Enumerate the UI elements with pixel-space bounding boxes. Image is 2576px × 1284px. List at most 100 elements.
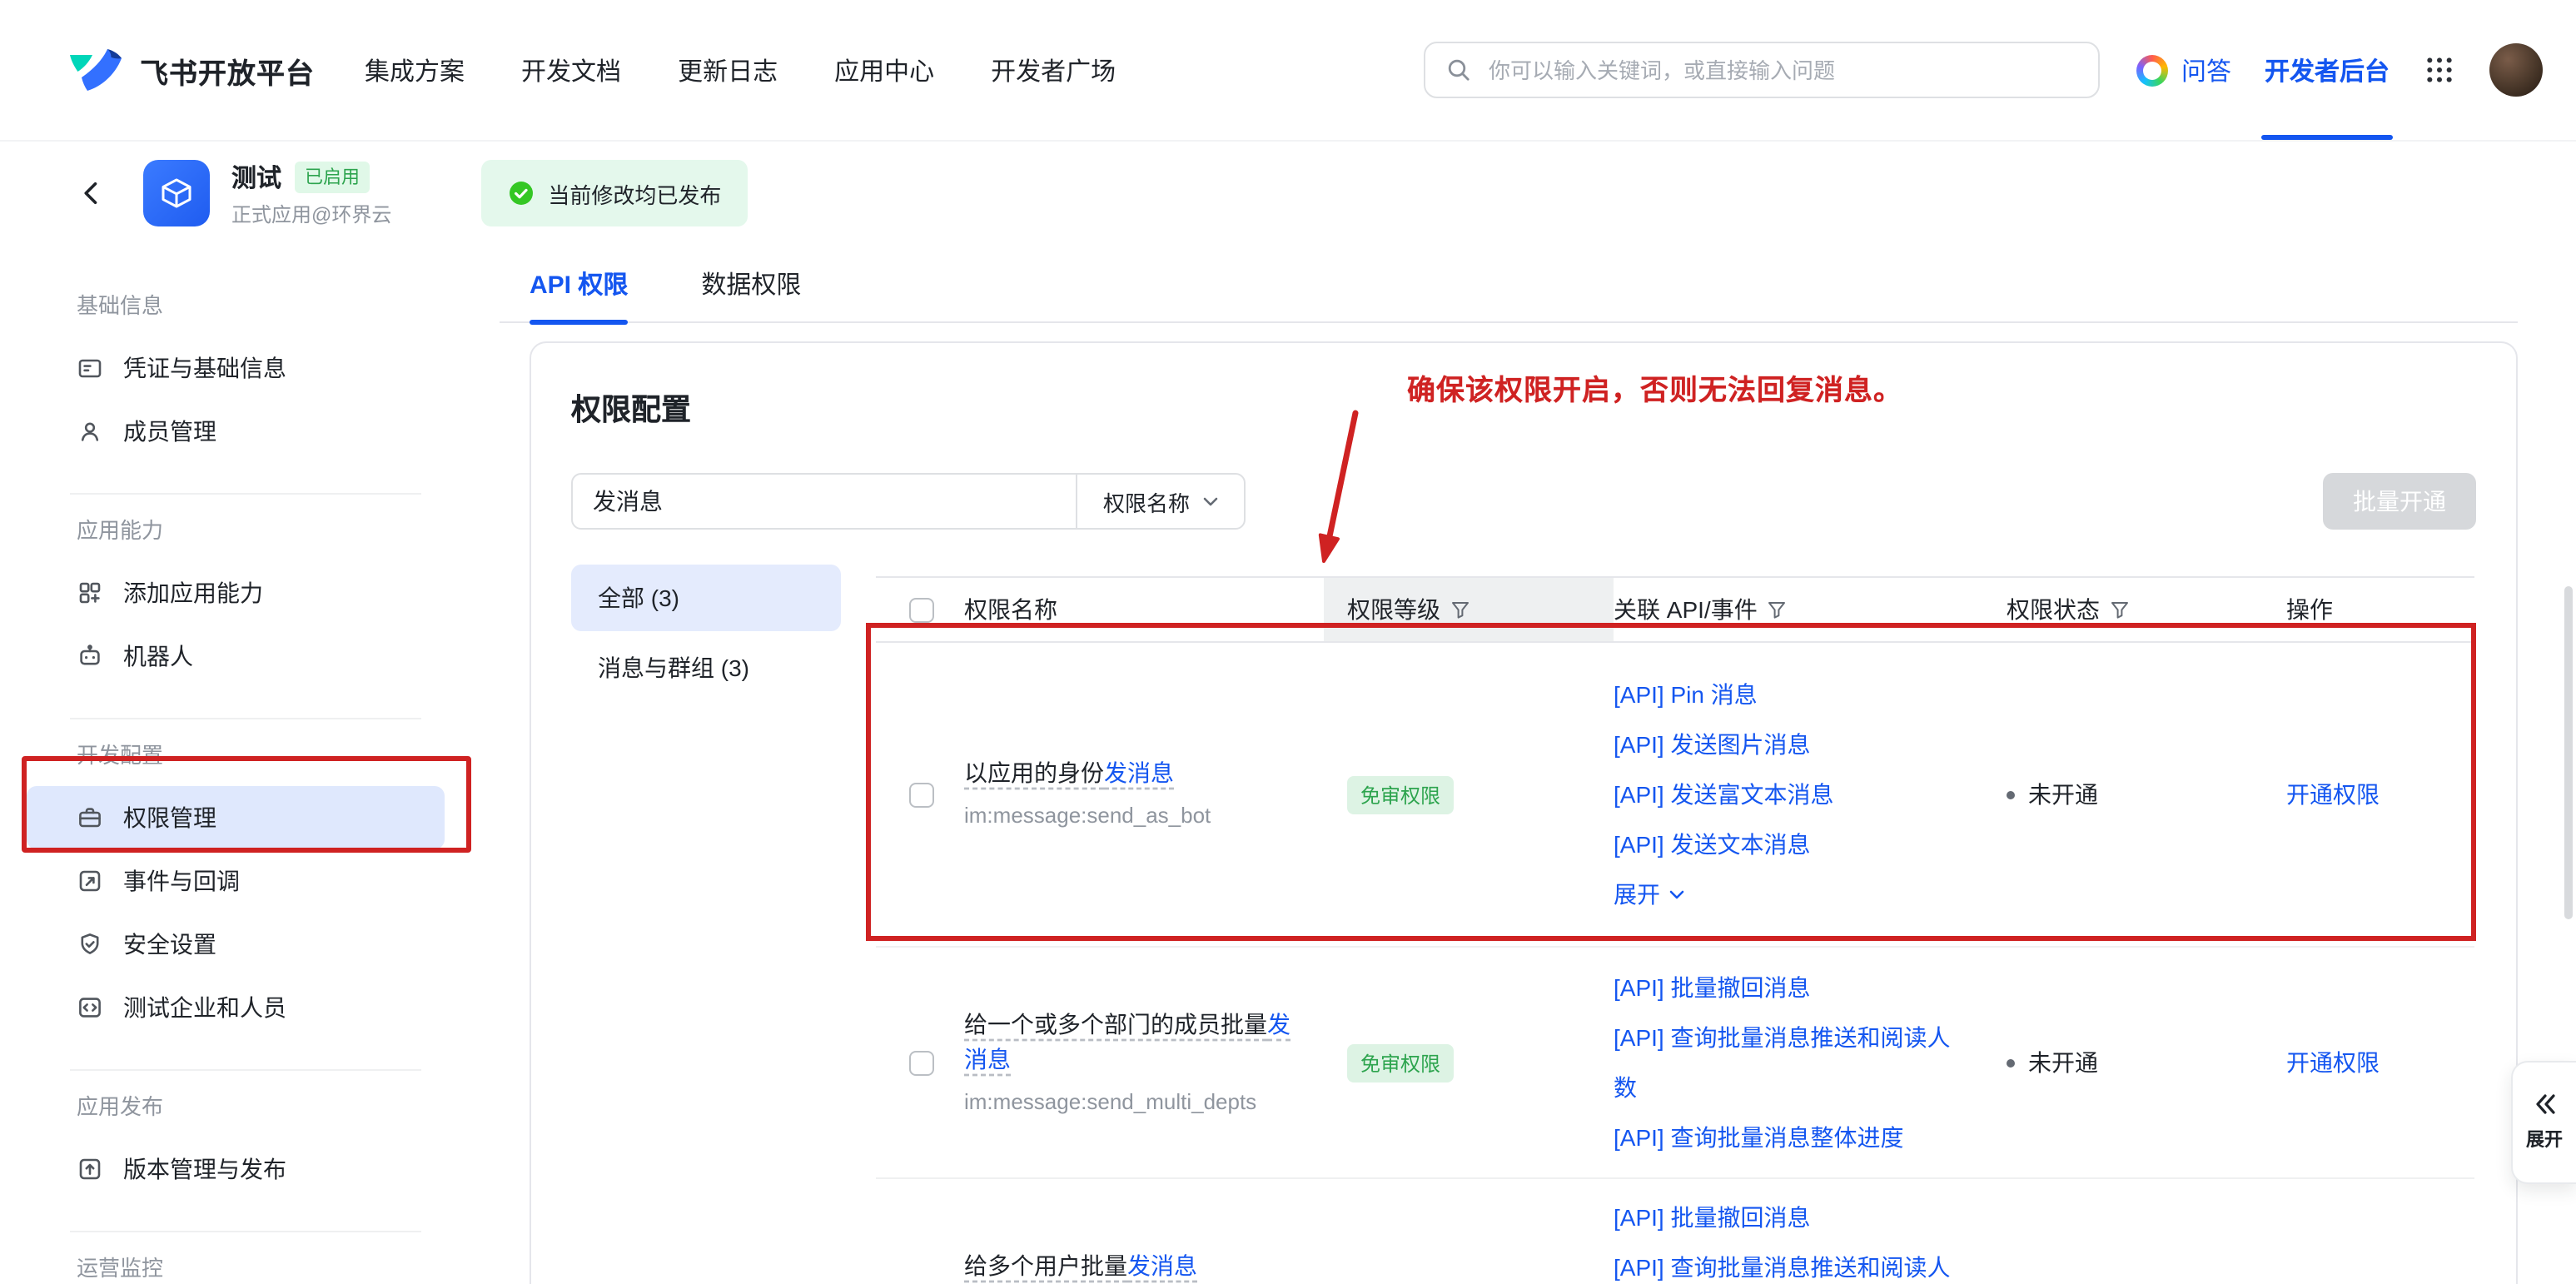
api-link[interactable]: [API] Pin 消息 (1614, 669, 1957, 719)
column-related-api: 关联 API/事件 (1614, 593, 1758, 626)
sidebar-item-bot[interactable]: 机器人 (27, 625, 445, 688)
sidebar-divider (70, 1231, 421, 1232)
members-icon (77, 418, 103, 445)
security-icon (77, 931, 103, 958)
permission-name-link[interactable]: 给多个用户批量发消息 (964, 1252, 1197, 1279)
search-input[interactable] (1485, 56, 2078, 84)
api-link[interactable]: [API] 发送富文本消息 (1614, 769, 1957, 819)
status-badge: 已启用 (295, 161, 370, 192)
row-checkbox[interactable] (909, 782, 934, 807)
api-link[interactable]: [API] 批量撤回消息 (1614, 1192, 1957, 1242)
select-all-checkbox[interactable] (909, 597, 934, 622)
permission-search: 权限名称 (571, 473, 1246, 530)
chevron-down-icon (1668, 888, 1685, 900)
avatar[interactable] (2489, 43, 2543, 97)
row-checkbox[interactable] (909, 1050, 934, 1075)
table-header: 权限名称 权限等级 关联 API/事件 (876, 576, 2474, 643)
event-callback-icon (77, 868, 103, 894)
back-icon (77, 178, 107, 208)
api-link[interactable]: [API] 发送图片消息 (1614, 719, 1957, 769)
sidebar: 基础信息 凭证与基础信息 成员管理 应用能力 添加应用能力 (0, 246, 471, 1284)
menu-item-changelog[interactable]: 更新日志 (678, 52, 778, 87)
grant-permission-link[interactable]: 开通权限 (2286, 1049, 2380, 1076)
menu-item-docs[interactable]: 开发文档 (521, 52, 621, 87)
publish-banner-text: 当前修改均已发布 (548, 177, 721, 209)
app-subtitle: 正式应用@环界云 (231, 199, 391, 227)
top-navbar: 飞书开放平台 集成方案 开发文档 更新日志 应用中心 开发者广场 问答 开发者后… (0, 0, 2576, 140)
expand-panel-label: 展开 (2526, 1126, 2563, 1152)
tabs-row: API 权限 数据权限 (500, 246, 2518, 323)
permission-search-input[interactable] (573, 475, 1076, 528)
sidebar-section-basic: 基础信息 (0, 290, 471, 323)
menu-item-integration[interactable]: 集成方案 (365, 52, 465, 87)
qa-ring-icon (2136, 54, 2168, 86)
permission-code: im:message:send_as_bot (964, 799, 1297, 833)
column-permission-status: 权限状态 (2007, 593, 2100, 626)
filter-icon[interactable] (1450, 600, 1470, 620)
apps-grid-icon[interactable] (2423, 53, 2456, 87)
api-link[interactable]: [API] 查询批量消息推送和阅读人数 (1614, 1013, 1957, 1112)
sidebar-item-label: 添加应用能力 (123, 576, 263, 610)
filter-icon[interactable] (1768, 600, 1788, 620)
brand[interactable]: 飞书开放平台 (67, 45, 315, 95)
permission-code: im:message:send_multi_depts (964, 1085, 1297, 1118)
sidebar-item-version-release[interactable]: 版本管理与发布 (27, 1137, 445, 1201)
api-list: [API] Pin 消息 [API] 发送图片消息 [API] 发送富文本消息 … (1614, 669, 1957, 919)
app-name: 测试 (231, 159, 281, 194)
search-filter-label: 权限名称 (1103, 485, 1190, 517)
api-link[interactable]: [API] 查询批量消息推送和阅读人数 (1614, 1242, 1957, 1284)
menu-item-dev-plaza[interactable]: 开发者广场 (991, 52, 1116, 87)
sidebar-item-permissions[interactable]: 权限管理 (27, 786, 445, 849)
back-button[interactable] (77, 178, 107, 208)
sidebar-divider (70, 493, 421, 495)
sidebar-item-credentials[interactable]: 凭证与基础信息 (27, 336, 445, 400)
api-link[interactable]: [API] 发送文本消息 (1614, 819, 1957, 869)
api-link[interactable]: [API] 批量撤回消息 (1614, 963, 1957, 1013)
sidebar-item-events[interactable]: 事件与回调 (27, 849, 445, 913)
sidebar-section-monitor: 运营监控 (0, 1252, 471, 1284)
top-menu: 集成方案 开发文档 更新日志 应用中心 开发者广场 (365, 52, 1116, 87)
status-cell: 未开通 (2007, 778, 2286, 811)
table-row: 给一个或多个部门的成员批量发消息 im:message:send_multi_d… (876, 948, 2474, 1179)
sidebar-item-add-capability[interactable]: 添加应用能力 (27, 561, 445, 625)
sidebar-section-capability: 应用能力 (0, 515, 471, 548)
category-message-group[interactable]: 消息与群组 (3) (571, 635, 841, 701)
expand-apis-link[interactable]: 展开 (1614, 869, 1957, 919)
feishu-logo-icon (67, 45, 123, 95)
qa-link[interactable]: 问答 (2136, 52, 2231, 87)
sidebar-item-label: 事件与回调 (123, 864, 240, 898)
collapse-icon (2531, 1092, 2558, 1116)
console-link-active[interactable]: 开发者后台 (2265, 0, 2390, 140)
level-badge: 免审权限 (1347, 1043, 1454, 1082)
api-link[interactable]: [API] 查询批量消息整体进度 (1614, 1112, 1957, 1162)
status-dot-icon (2007, 790, 2015, 799)
global-search[interactable] (1424, 42, 2100, 98)
level-badge: 免审权限 (1347, 775, 1454, 814)
sidebar-item-test-corp[interactable]: 测试企业和人员 (27, 976, 445, 1039)
console-label: 开发者后台 (2265, 52, 2390, 87)
chevron-down-icon (1201, 495, 1218, 507)
category-all[interactable]: 全部 (3) (571, 565, 841, 631)
menu-item-app-center[interactable]: 应用中心 (834, 52, 934, 87)
tab-data-permission[interactable]: 数据权限 (701, 246, 801, 322)
permission-name-link[interactable]: 以应用的身份发消息 (964, 759, 1174, 786)
grant-permission-link[interactable]: 开通权限 (2286, 781, 2380, 808)
permission-table: 权限名称 权限等级 关联 API/事件 (876, 576, 2474, 1284)
permission-name-link[interactable]: 给一个或多个部门的成员批量发消息 (964, 1010, 1290, 1072)
status-text: 未开通 (2028, 778, 2098, 811)
column-permission-level: 权限等级 (1347, 593, 1440, 626)
nav-right: 问答 开发者后台 (2136, 0, 2543, 140)
bulk-grant-button[interactable]: 批量开通 (2323, 473, 2476, 530)
search-filter-select[interactable]: 权限名称 (1077, 475, 1244, 528)
filter-icon[interactable] (2110, 600, 2130, 620)
page-title: 权限配置 (571, 386, 691, 430)
sidebar-item-security[interactable]: 安全设置 (27, 913, 445, 976)
tab-api-permission[interactable]: API 权限 (530, 246, 628, 322)
collapse-panel-button[interactable]: 展开 (2511, 1061, 2576, 1184)
page: 飞书开放平台 集成方案 开发文档 更新日志 应用中心 开发者广场 问答 开发者后… (0, 0, 2576, 1284)
vertical-scrollbar-thumb[interactable] (2564, 586, 2573, 919)
api-list: [API] 批量撤回消息 [API] 查询批量消息推送和阅读人数 (1614, 1192, 1957, 1284)
sidebar-item-members[interactable]: 成员管理 (27, 400, 445, 463)
app-header: 测试 已启用 正式应用@环界云 当前修改均已发布 (0, 140, 2576, 246)
sidebar-item-label: 机器人 (123, 640, 193, 673)
